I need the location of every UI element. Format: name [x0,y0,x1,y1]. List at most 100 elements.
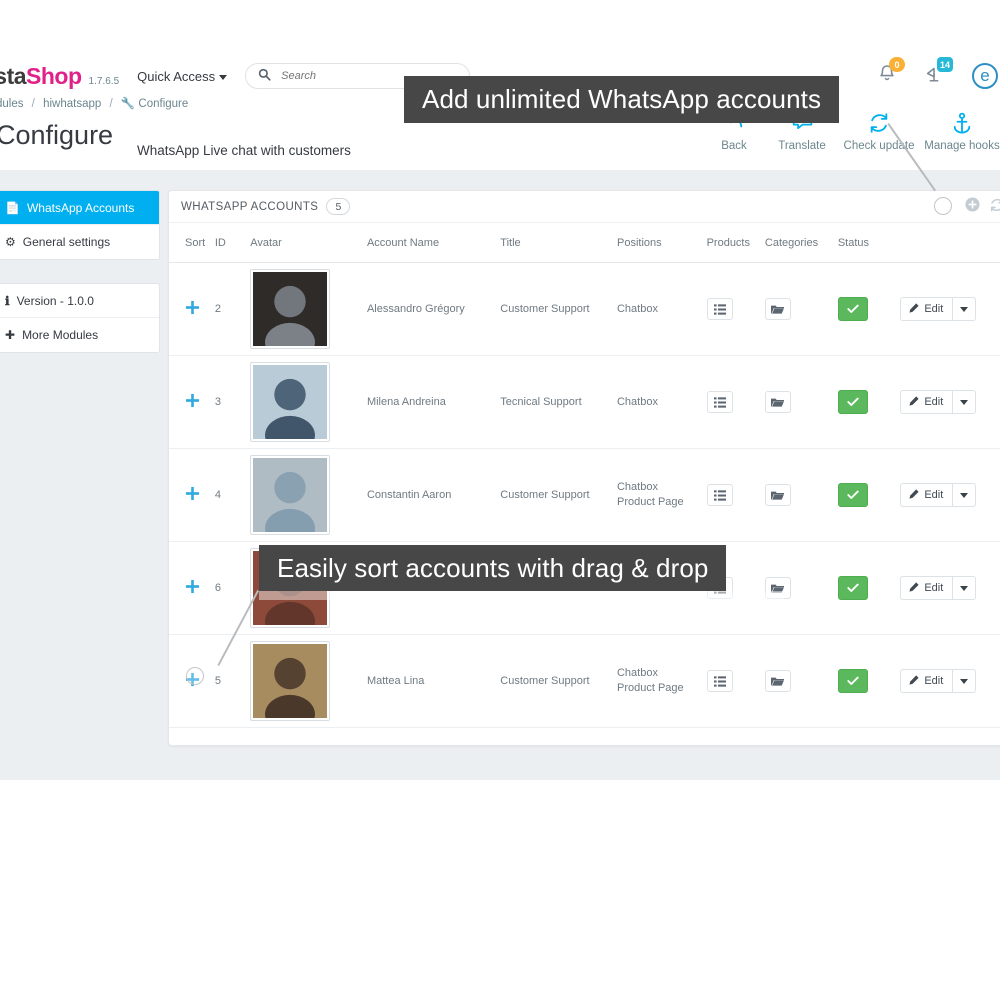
products-list-icon[interactable] [706,391,733,413]
edit-button-group: Edit [900,576,977,600]
panel-count-badge: 5 [326,198,351,215]
table-header-row: Sort ID Avatar Account Name Title Positi… [169,223,1000,263]
pencil-icon [909,302,919,316]
user-avatar-button[interactable]: e [972,63,998,89]
products-list-icon[interactable] [706,484,733,506]
breadcrumb-separator: / [31,98,35,110]
column-header-products[interactable]: Products [706,223,765,263]
edit-button-label: Edit [924,675,944,687]
cell-id: 3 [214,355,251,449]
edit-dropdown-toggle[interactable] [952,669,977,693]
status-badge[interactable] [837,483,868,507]
add-account-button[interactable] [965,197,980,216]
position-value: Product Page [616,496,684,508]
cell-avatar [250,448,367,542]
column-header-sort[interactable]: Sort [169,223,215,263]
chevron-down-icon [219,74,228,80]
cell-title: Customer Support [500,448,617,542]
brand-logo-text-pink: Shop [26,62,82,89]
drag-handle-icon[interactable] [185,579,200,598]
cell-categories [764,262,838,356]
cell-categories [764,355,838,449]
toolbar-check-update-button[interactable]: Check update [836,112,922,152]
breadcrumb-item-modules[interactable]: Modules [0,98,23,110]
toolbar-translate-label: Translate [778,140,826,152]
table-row: 2 Alessandro Grégory Customer Support Ch… [169,262,1000,356]
chevron-down-icon [960,492,969,498]
sidebar-item-whatsapp-accounts[interactable]: 📄 WhatsApp Accounts [0,191,159,225]
refresh-list-button[interactable] [989,197,1000,217]
edit-button[interactable]: Edit [900,390,953,414]
breadcrumb-item-hiwhatsapp[interactable]: hiwhatsapp [43,98,101,110]
cell-products [706,355,765,449]
sidebar-item-more-modules-label: More Modules [22,328,99,342]
drag-handle-icon[interactable] [185,300,200,319]
cell-categories [764,541,838,635]
brand-logo[interactable]: estaShop 1.7.6.5 [0,63,119,90]
categories-folder-icon[interactable] [764,298,791,320]
drag-handle-icon[interactable] [185,393,200,412]
brand-logo-text-dark: esta [0,62,27,89]
cell-actions: Edit [900,634,1000,728]
status-badge[interactable] [837,576,868,600]
column-header-positions[interactable]: Positions [616,223,707,263]
edit-dropdown-toggle[interactable] [952,483,977,507]
column-header-status[interactable]: Status [837,223,901,263]
column-header-avatar[interactable]: Avatar [250,223,367,263]
column-header-title[interactable]: Title [500,223,617,263]
callout-drag-drop-text: Easily sort accounts with drag & drop [277,552,709,583]
column-header-id[interactable]: ID [214,223,251,263]
cell-account-name: Milena Andreina [366,355,501,449]
info-icon: ℹ [5,293,10,308]
sidebar-item-general-settings-label: General settings [22,235,111,249]
sidebar-item-general-settings[interactable]: ⚙ General settings [0,225,159,259]
user-avatar-icon: e [980,66,990,85]
page-subtitle: WhatsApp Live chat with customers [137,143,351,158]
cell-status [837,634,901,728]
categories-folder-icon[interactable] [764,670,791,692]
status-badge[interactable] [837,669,868,693]
chevron-down-icon [960,306,969,312]
page-top-whitespace [0,0,1000,52]
callout-add-accounts-text: Add unlimited WhatsApp accounts [422,84,822,114]
toolbar-manage-hooks-button[interactable]: Manage hooks [922,112,1000,152]
table-row: 5 Mattea Lina Customer Support Chatbox Pr… [169,634,1000,728]
cell-status [837,355,901,449]
cell-actions: Edit [900,541,1000,635]
edit-button[interactable]: Edit [900,297,953,321]
edit-dropdown-toggle[interactable] [952,297,977,321]
column-header-account-name[interactable]: Account Name [366,223,501,263]
cell-actions: Edit [900,448,1000,542]
table-row: 4 Constantin Aaron Customer Support Chat… [169,448,1000,542]
edit-button[interactable]: Edit [900,483,953,507]
edit-button-group: Edit [900,390,977,414]
edit-dropdown-toggle[interactable] [952,576,977,600]
chevron-down-icon [960,678,969,684]
edit-button[interactable]: Edit [900,576,953,600]
status-badge[interactable] [837,390,868,414]
edit-dropdown-toggle[interactable] [952,390,977,414]
column-header-categories[interactable]: Categories [764,223,838,263]
status-badge[interactable] [837,297,868,321]
quick-access-menu[interactable]: Quick Access [137,69,228,84]
categories-folder-icon[interactable] [764,391,791,413]
callout-add-accounts: Add unlimited WhatsApp accounts [404,76,840,123]
products-list-icon[interactable] [706,298,733,320]
callout-drag-drop: Easily sort accounts with drag & drop [259,545,727,591]
notifications-bell-button[interactable]: 0 [878,57,905,88]
sidebar-info-card: ℹ Version - 1.0.0 ✚ More Modules [0,283,160,353]
pencil-icon [909,395,919,409]
products-list-icon[interactable] [706,670,733,692]
table-row: 3 Milena Andreina Tecnical Support Chatb… [169,355,1000,449]
edit-button[interactable]: Edit [900,669,953,693]
pencil-icon [909,488,919,502]
cell-title: Tecnical Support [500,355,617,449]
broadcast-orders-button[interactable]: 14 [924,57,953,88]
orders-badge: 14 [936,57,953,72]
pencil-icon [909,674,919,688]
categories-folder-icon[interactable] [764,484,791,506]
cell-avatar [250,355,367,449]
sidebar-item-more-modules[interactable]: ✚ More Modules [0,318,159,352]
page-bottom-whitespace [0,780,1000,1000]
drag-handle-icon[interactable] [185,486,200,505]
